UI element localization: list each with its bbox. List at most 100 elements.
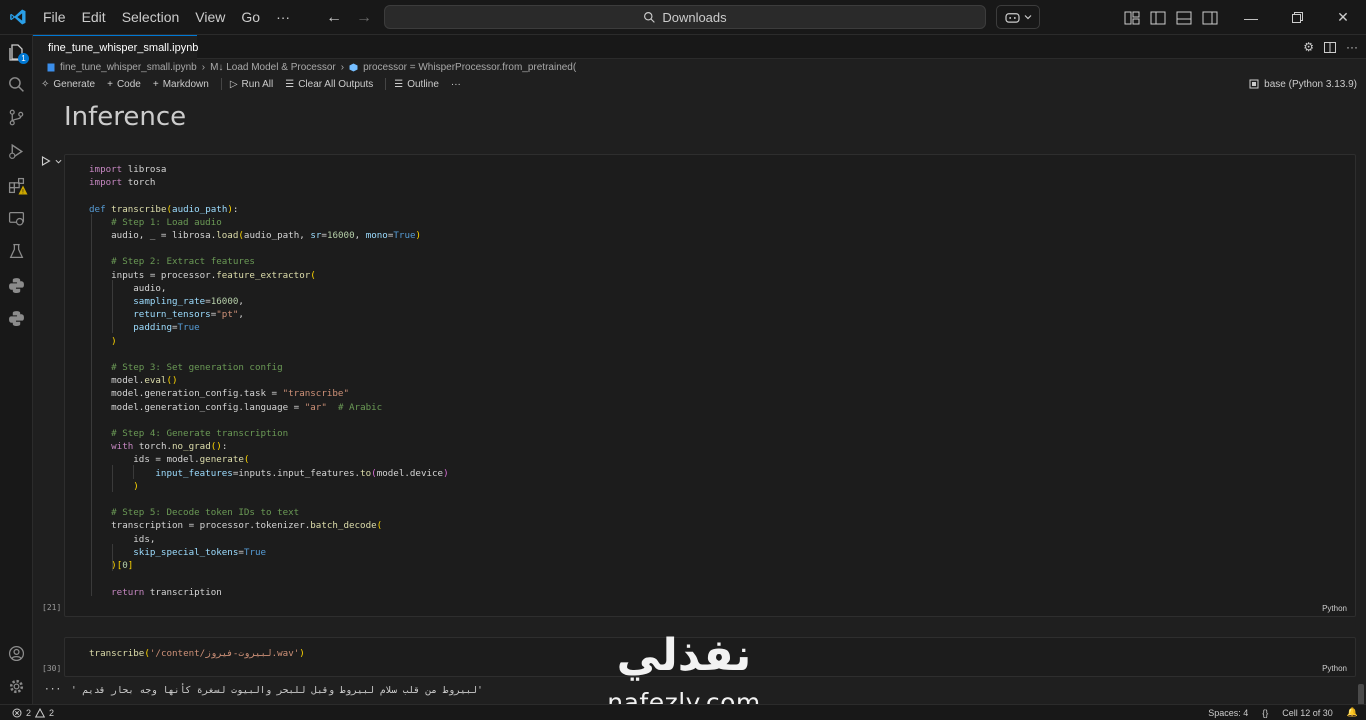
editor-actions: ⚙ ···: [1303, 35, 1358, 59]
notebook-editor: Inference import librosa import torch de…: [33, 94, 1366, 704]
code-editor[interactable]: transcribe('/content/لبيروت-فيروز.wav'): [89, 647, 305, 660]
split-editor-icon[interactable]: [1324, 41, 1336, 53]
notifications-icon[interactable]: 🔔: [1347, 707, 1358, 718]
output-more-button[interactable]: ···: [44, 684, 61, 695]
python-icon[interactable]: [0, 270, 33, 300]
testing-icon[interactable]: [0, 236, 33, 266]
title-bar: File Edit Selection View Go ··· ← → Down…: [0, 0, 1366, 35]
editor-tab-bar: fine_tune_whisper_small.ipynb ⚙ ···: [33, 35, 1366, 59]
kernel-picker[interactable]: base (Python 3.13.9): [1249, 75, 1357, 93]
run-all-label: Run All: [241, 78, 274, 90]
copilot-icon: [1004, 12, 1020, 23]
cell-language-label[interactable]: Python: [1322, 664, 1347, 673]
toolbar-more-button[interactable]: ···: [451, 79, 461, 90]
cell-language-label[interactable]: Python: [1322, 604, 1347, 613]
status-bar-right: Spaces: 4 {} Cell 12 of 30 🔔: [1208, 707, 1358, 718]
outline-button[interactable]: ☰ Outline: [394, 79, 439, 90]
problems-indicator[interactable]: 2 2: [12, 707, 55, 718]
customize-layout-icon[interactable]: [1124, 11, 1140, 25]
navigation-arrows: ← →: [326, 0, 372, 35]
execution-count: [21]: [42, 603, 62, 612]
code-label: Code: [116, 78, 141, 90]
run-cell-icon[interactable]: [41, 156, 51, 166]
chevron-down-icon: [1024, 15, 1031, 20]
plus-icon: +: [107, 78, 113, 90]
source-control-icon[interactable]: [0, 102, 33, 132]
clear-all-outputs-button[interactable]: ☰ Clear All Outputs: [285, 79, 373, 90]
outline-label: Outline: [407, 78, 439, 90]
minimize-icon[interactable]: —: [1228, 0, 1274, 35]
menu-view[interactable]: View: [187, 0, 233, 35]
error-count: 2: [26, 707, 32, 718]
search-label: Downloads: [662, 9, 727, 25]
toggle-panel-icon[interactable]: [1176, 11, 1192, 25]
error-icon: [12, 708, 22, 717]
toggle-primary-sidebar-icon[interactable]: [1150, 11, 1166, 25]
account-icon[interactable]: [0, 638, 33, 668]
explorer-icon[interactable]: 1: [0, 37, 33, 67]
explorer-badge: 1: [18, 53, 29, 64]
kernel-icon: [1249, 79, 1259, 89]
breadcrumb-section[interactable]: M↓ Load Model & Processor: [210, 62, 336, 73]
notebook-file-icon: [47, 63, 55, 71]
vscode-logo-icon: [0, 0, 35, 35]
chevron-right-icon: ›: [201, 61, 206, 73]
run-all-icon: ▷: [229, 78, 238, 90]
back-arrow-icon[interactable]: ←: [326, 9, 342, 27]
run-debug-icon[interactable]: [0, 136, 33, 166]
more-label: ···: [450, 78, 461, 90]
search-icon: [644, 11, 656, 23]
cell-navigation-icon[interactable]: {}: [1262, 708, 1268, 718]
sparkle-icon: ✧: [41, 78, 50, 90]
outline-icon: ☰: [394, 78, 404, 90]
kernel-label: base (Python 3.13.9): [1264, 78, 1357, 90]
menu-edit[interactable]: Edit: [74, 0, 114, 35]
activity-bar: 1 !: [0, 35, 33, 704]
add-markdown-cell-button[interactable]: + Markdown: [153, 79, 209, 90]
extensions-icon[interactable]: !: [0, 170, 33, 200]
svg-text:!: !: [22, 189, 24, 195]
warning-icon: !: [18, 185, 28, 195]
breadcrumb-symbol[interactable]: processor = WhisperProcessor.from_pretra…: [363, 62, 576, 73]
copilot-button[interactable]: [996, 5, 1040, 29]
gear-icon[interactable]: [0, 671, 33, 701]
code-cell-transcribe[interactable]: import librosa import torch def transcri…: [64, 154, 1356, 617]
menu-more[interactable]: ···: [268, 0, 298, 35]
tab-notebook[interactable]: fine_tune_whisper_small.ipynb: [33, 35, 199, 59]
markdown-heading: Inference: [64, 102, 187, 132]
python-environments-icon[interactable]: [0, 303, 33, 333]
tab-label: fine_tune_whisper_small.ipynb: [48, 41, 199, 54]
more-actions-icon[interactable]: ···: [1346, 40, 1358, 54]
vertical-scrollbar[interactable]: [1358, 684, 1364, 704]
plus-icon: +: [152, 78, 159, 90]
add-code-cell-button[interactable]: + Code: [107, 79, 141, 90]
run-all-button[interactable]: ▷ Run All: [230, 79, 273, 90]
menu-file[interactable]: File: [35, 0, 74, 35]
toggle-secondary-sidebar-icon[interactable]: [1202, 11, 1218, 25]
execution-count: [30]: [42, 664, 62, 673]
clear-icon: ☰: [285, 78, 295, 90]
search-icon[interactable]: [0, 69, 33, 99]
code-editor[interactable]: import librosa import torch def transcri…: [89, 163, 449, 599]
layout-controls: [1124, 0, 1218, 35]
forward-arrow-icon[interactable]: →: [356, 9, 372, 27]
menu-bar: File Edit Selection View Go ···: [35, 0, 298, 35]
generate-button[interactable]: ✧ Generate: [41, 79, 95, 90]
warning-count: 2: [49, 707, 55, 718]
restore-icon[interactable]: [1274, 0, 1320, 35]
breadcrumb-file[interactable]: fine_tune_whisper_small.ipynb: [60, 62, 197, 73]
markdown-label: Markdown: [162, 78, 209, 90]
cell-output: ' لبيروط من قلب سلام لبيروط وقبل للبحر و…: [71, 685, 483, 696]
cell-position[interactable]: Cell 12 of 30: [1282, 708, 1333, 718]
close-icon[interactable]: ✕: [1320, 0, 1366, 35]
settings-icon[interactable]: ⚙: [1303, 40, 1314, 54]
watermark-arabic-text: نفذلي: [616, 630, 752, 681]
chevron-down-icon[interactable]: [55, 158, 62, 165]
menu-selection[interactable]: Selection: [114, 0, 188, 35]
command-center-search[interactable]: Downloads: [384, 5, 986, 29]
menu-go[interactable]: Go: [233, 0, 268, 35]
chevron-right-icon: ›: [340, 61, 345, 73]
remote-explorer-icon[interactable]: [0, 203, 33, 233]
indentation-indicator[interactable]: Spaces: 4: [1208, 708, 1248, 718]
notebook-toolbar: ✧ Generate + Code + Markdown ▷ Run All ☰…: [33, 75, 1366, 93]
